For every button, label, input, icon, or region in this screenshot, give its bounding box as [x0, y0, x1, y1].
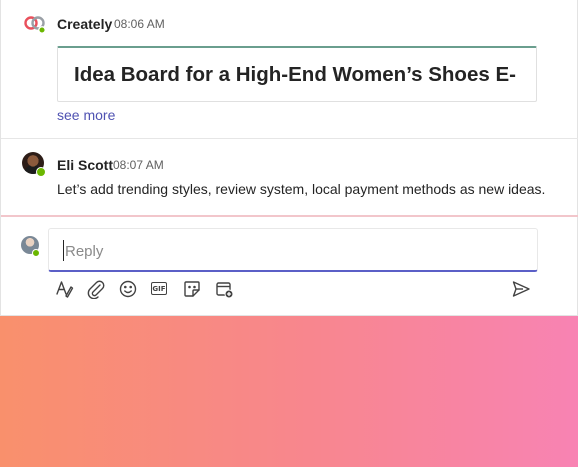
gif-label: GIF — [151, 282, 167, 295]
message-divider — [1, 138, 578, 139]
chat-thread: Creately 08:06 AM Idea Board for a High-… — [0, 0, 578, 316]
creately-logo-icon — [24, 15, 46, 35]
new-message-divider — [1, 215, 578, 217]
presence-available-icon — [32, 249, 40, 257]
send-icon[interactable] — [511, 279, 533, 299]
reply-compose-box[interactable] — [48, 228, 538, 272]
emoji-icon[interactable] — [118, 279, 138, 299]
gif-icon[interactable]: GIF — [150, 279, 170, 299]
message-body: Let’s add trending styles, review system… — [57, 181, 546, 197]
adaptive-card[interactable]: Idea Board for a High-End Women’s Shoes … — [57, 46, 537, 102]
message-timestamp: 08:06 AM — [114, 17, 165, 31]
sticker-icon[interactable] — [182, 279, 202, 299]
schedule-meeting-icon[interactable] — [214, 279, 234, 299]
sender-name[interactable]: Creately — [57, 16, 112, 32]
presence-available-icon — [36, 167, 46, 177]
sender-name[interactable]: Eli Scott — [57, 157, 113, 173]
reply-input[interactable] — [63, 240, 527, 262]
message-creately: Creately 08:06 AM Idea Board for a High-… — [1, 0, 578, 138]
format-icon[interactable] — [54, 279, 74, 299]
attach-icon[interactable] — [86, 279, 106, 299]
card-title: Idea Board for a High-End Women’s Shoes … — [74, 63, 516, 86]
message-timestamp: 08:07 AM — [113, 158, 164, 172]
see-more-link[interactable]: see more — [57, 107, 115, 123]
